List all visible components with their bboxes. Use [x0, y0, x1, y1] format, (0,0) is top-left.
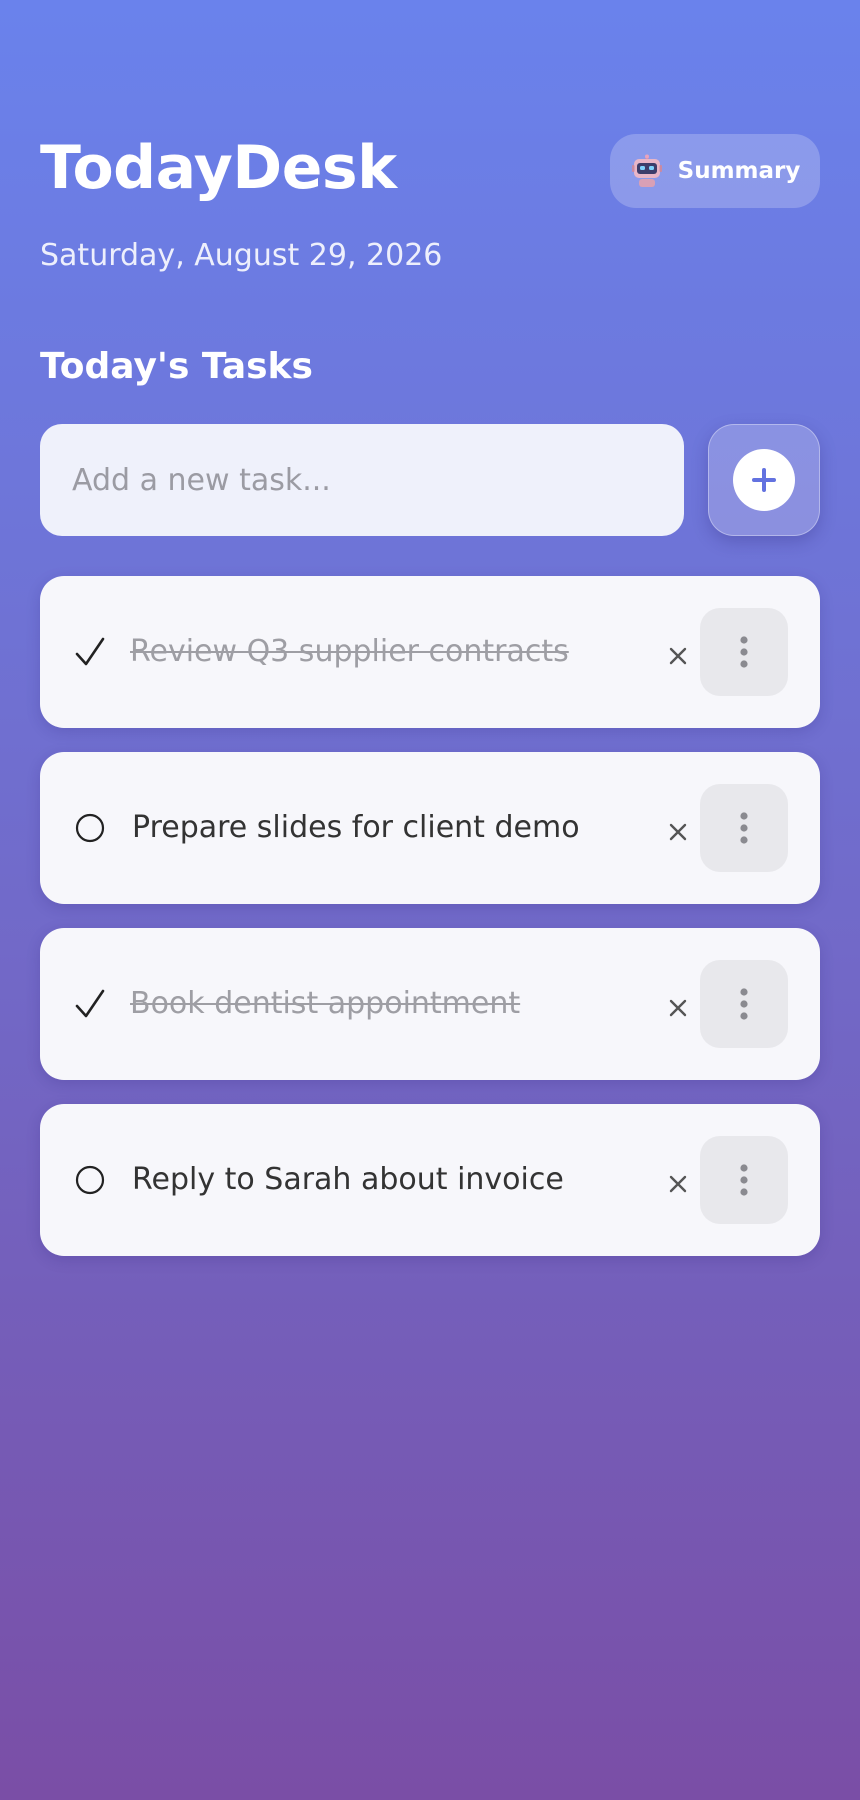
task-text[interactable]: Book dentist appointment: [130, 928, 520, 1080]
task-item: Reply to Sarah about invoice: [40, 1104, 820, 1256]
checkmark-icon[interactable]: [68, 630, 112, 674]
more-vertical-icon: [740, 1164, 748, 1196]
circle-icon[interactable]: [68, 806, 112, 850]
new-task-input[interactable]: [40, 424, 684, 536]
task-item: Prepare slides for client demo: [40, 752, 820, 904]
current-date: Saturday, August 29, 2026: [40, 238, 443, 273]
task-text[interactable]: Reply to Sarah about invoice: [132, 1104, 564, 1256]
task-text[interactable]: Review Q3 supplier contracts: [130, 576, 569, 728]
circle-icon[interactable]: [68, 1158, 112, 1202]
more-options-button[interactable]: [700, 784, 788, 872]
add-task-button[interactable]: [708, 424, 820, 536]
summary-label: Summary: [677, 158, 801, 184]
more-options-button[interactable]: [700, 1136, 788, 1224]
checkmark-icon[interactable]: [68, 982, 112, 1026]
more-options-button[interactable]: [700, 960, 788, 1048]
add-task-row: [40, 424, 820, 536]
app-container: TodayDesk Summary Saturday, August 29, 2…: [40, 0, 820, 1256]
plus-icon: [733, 449, 795, 511]
task-list: Review Q3 supplier contracts Prepare sli…: [40, 576, 820, 1280]
robot-icon: [630, 154, 664, 188]
close-icon[interactable]: [658, 988, 698, 1028]
app-title: TodayDesk: [40, 133, 397, 203]
more-options-button[interactable]: [700, 608, 788, 696]
task-item: Book dentist appointment: [40, 928, 820, 1080]
tasks-section-title: Today's Tasks: [40, 346, 313, 387]
close-icon[interactable]: [658, 1164, 698, 1204]
task-item: Review Q3 supplier contracts: [40, 576, 820, 728]
close-icon[interactable]: [658, 812, 698, 852]
more-vertical-icon: [740, 988, 748, 1020]
summary-button[interactable]: Summary: [610, 134, 820, 208]
task-text[interactable]: Prepare slides for client demo: [132, 752, 580, 904]
close-icon[interactable]: [658, 636, 698, 676]
more-vertical-icon: [740, 636, 748, 668]
more-vertical-icon: [740, 812, 748, 844]
header: TodayDesk Summary Saturday, August 29, 2…: [40, 0, 820, 387]
